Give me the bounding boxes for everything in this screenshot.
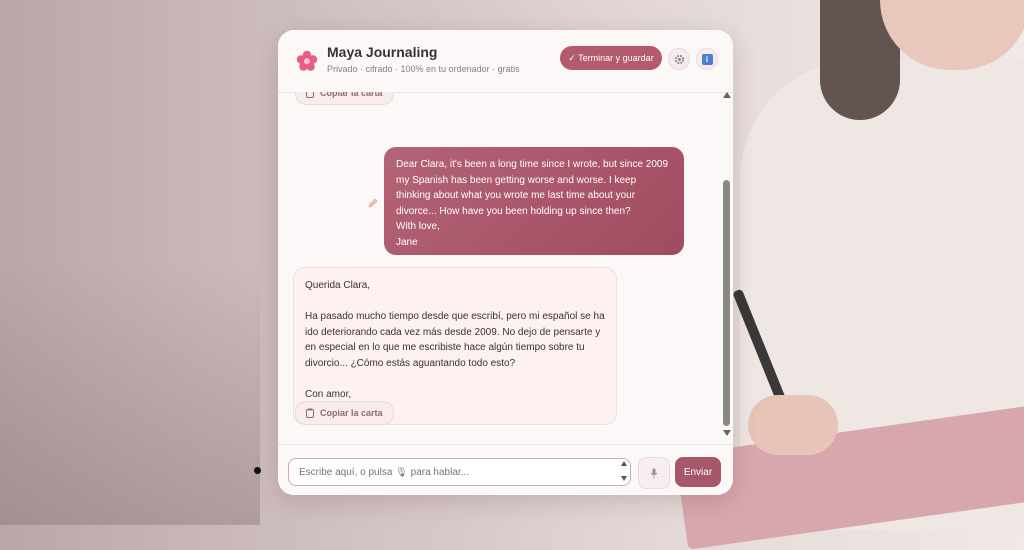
input-resize-stepper[interactable] (621, 461, 629, 483)
copy-letter-button[interactable]: Copiar la carta (295, 401, 394, 425)
app-title: Maya Journaling (327, 44, 438, 60)
journal-window: Maya Journaling Privado · cifrado · 100%… (278, 30, 733, 495)
user-message-bubble: Dear Clara, it's been a long time since … (384, 147, 684, 255)
send-button[interactable]: Enviar (675, 457, 721, 487)
copy-letter-label: Copiar la carta (320, 408, 383, 418)
gear-icon (674, 54, 684, 64)
microphone-icon (650, 468, 658, 478)
microphone-button[interactable] (638, 457, 670, 489)
pencil-edit-icon[interactable] (368, 198, 378, 208)
flower-logo-icon (296, 50, 318, 71)
copy-letter-label: Copiar la carta (320, 92, 383, 98)
info-icon: i (701, 53, 713, 65)
stepper-down-icon[interactable] (621, 476, 627, 481)
composer-bar: Enviar (278, 444, 733, 495)
chat-scrollbar[interactable] (722, 92, 732, 440)
message-input[interactable] (288, 458, 631, 486)
settings-button[interactable] (668, 48, 690, 70)
info-button[interactable]: i (696, 48, 718, 70)
copy-letter-button[interactable]: Copiar la carta (295, 92, 394, 105)
background-hand (748, 395, 838, 455)
scroll-down-arrow-icon[interactable] (723, 430, 731, 436)
clipboard-icon (306, 92, 314, 98)
scroll-up-arrow-icon[interactable] (723, 92, 731, 98)
chat-area[interactable]: Copiar la carta Dear Clara, it's been a … (278, 92, 733, 440)
clipboard-icon (306, 408, 314, 418)
app-header: Maya Journaling Privado · cifrado · 100%… (278, 30, 733, 93)
finish-and-save-button[interactable]: ✓ Terminar y guardar (560, 46, 662, 70)
background-shadow (0, 260, 260, 525)
cursor-dot (254, 467, 261, 474)
stepper-up-icon[interactable] (621, 461, 627, 466)
scrollbar-thumb[interactable] (723, 180, 730, 426)
app-subtitle: Privado · cifrado · 100% en tu ordenador… (327, 64, 520, 74)
